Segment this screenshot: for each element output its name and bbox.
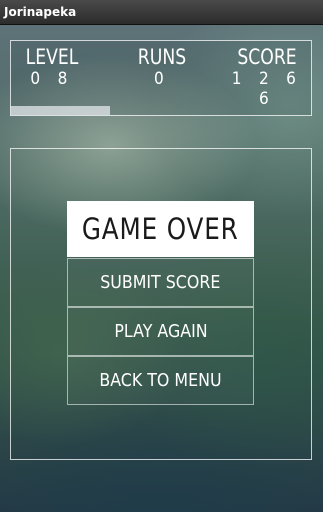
play-again-label: PLAY AGAIN: [113, 321, 208, 342]
level-progress-bar: [10, 106, 312, 116]
score-label: SCORE: [237, 45, 297, 69]
submit-score-button[interactable]: SUBMIT SCORE: [67, 258, 254, 307]
level-value: 0 8: [30, 69, 74, 89]
runs-label: RUNS: [137, 45, 187, 69]
back-to-menu-button[interactable]: BACK TO MENU: [67, 356, 254, 405]
game-screen: Jorinapeka LEVEL 0 8 RUNS 0 SCORE 1 2 6 …: [0, 0, 323, 512]
runs-stat: RUNS 0: [125, 45, 199, 89]
score-value: 1 2 6 6: [231, 69, 303, 109]
game-over-text: GAME OVER: [82, 212, 239, 246]
stats-bar: LEVEL 0 8 RUNS 0 SCORE 1 2 6 6: [10, 40, 312, 116]
submit-score-label: SUBMIT SCORE: [100, 272, 221, 293]
play-again-button[interactable]: PLAY AGAIN: [67, 307, 254, 356]
score-stat: SCORE 1 2 6 6: [223, 45, 311, 109]
window-title: Jorinapeka: [0, 0, 323, 25]
level-progress-fill: [10, 106, 110, 116]
runs-value: 0: [153, 69, 171, 89]
back-to-menu-label: BACK TO MENU: [99, 370, 222, 391]
game-over-title: GAME OVER: [67, 201, 254, 257]
level-label: LEVEL: [25, 45, 79, 69]
level-stat: LEVEL 0 8: [17, 45, 87, 89]
